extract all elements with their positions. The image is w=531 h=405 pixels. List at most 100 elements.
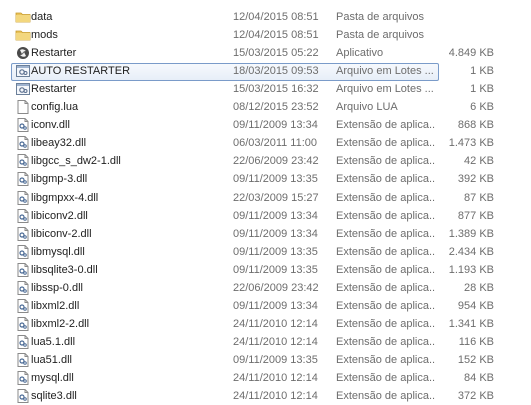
folder-icon (15, 9, 31, 25)
file-size: 1.341 KB (448, 318, 494, 330)
file-modified-date: 12/04/2015 08:51 (233, 11, 319, 23)
file-type: Extensão de aplica... (336, 246, 436, 258)
file-row[interactable]: libssp-0.dll 22/06/2009 23:42 Extensão de … (0, 280, 520, 297)
file-name: libgmp-3.dll (31, 173, 88, 185)
file-name: data (31, 11, 53, 23)
file-modified-date: 09/11/2009 13:34 (233, 210, 318, 222)
file-type: Aplicativo (336, 47, 384, 59)
file-size: 392 KB (457, 173, 494, 185)
batch-file-icon (15, 63, 31, 79)
file-modified-date: 24/11/2010 12:14 (233, 318, 318, 330)
file-type: Extensão de aplica... (336, 354, 436, 366)
file-row[interactable]: data 12/04/2015 08:51 Pasta de arquivos (0, 9, 520, 26)
file-type: Arquivo LUA (336, 101, 398, 113)
file-size: 87 KB (464, 192, 494, 204)
file-name: libiconv2.dll (31, 210, 88, 222)
file-type: Extensão de aplica... (336, 336, 436, 348)
file-row[interactable]: Restarter 15/03/2015 16:32 Arquivo em Lote… (0, 81, 520, 98)
file-size: 1 KB (470, 65, 494, 77)
dll-file-icon (15, 153, 31, 169)
dll-file-icon (15, 370, 31, 386)
file-name: config.lua (31, 101, 79, 113)
dll-file-icon (15, 135, 31, 151)
file-name: Restarter (31, 83, 77, 95)
file-name: lua5.1.dll (31, 336, 76, 348)
dll-file-icon (15, 117, 31, 133)
file-type: Extensão de aplica... (336, 192, 436, 204)
file-size: 42 KB (464, 155, 494, 167)
file-name: mysql.dll (31, 372, 74, 384)
file-row[interactable]: Restarter 15/03/2015 05:22 Aplicativo 4.849… (0, 45, 520, 62)
file-row[interactable]: config.lua 08/12/2015 23:52 Arquivo LUA 6 K… (0, 99, 520, 116)
file-row[interactable]: lua5.1.dll 24/11/2010 12:14 Extensão de ap… (0, 334, 520, 351)
file-modified-date: 24/11/2010 12:14 (233, 372, 318, 384)
file-name: iconv.dll (31, 119, 70, 131)
file-size: 6 KB (470, 101, 494, 113)
file-modified-date: 12/04/2015 08:51 (233, 29, 319, 41)
file-type: Extensão de aplica... (336, 137, 436, 149)
file-size: 152 KB (457, 354, 494, 366)
file-type: Extensão de aplica... (336, 372, 436, 384)
dll-file-icon (15, 208, 31, 224)
file-type: Extensão de aplica... (336, 155, 436, 167)
file-name: libssp-0.dll (31, 282, 83, 294)
file-row[interactable]: libxml2-2.dll 24/11/2010 12:14 Extensão de… (0, 316, 520, 333)
dll-file-icon (15, 280, 31, 296)
file-modified-date: 09/11/2009 13:35 (233, 264, 318, 276)
file-modified-date: 09/11/2009 13:34 (233, 300, 318, 312)
dll-file-icon (15, 262, 31, 278)
file-name: sqlite3.dll (31, 390, 77, 402)
file-size: 868 KB (457, 119, 494, 131)
file-type: Extensão de aplica... (336, 228, 436, 240)
batch-file-icon (15, 81, 31, 97)
file-row[interactable]: libgmp-3.dll 09/11/2009 13:35 Extensão de … (0, 171, 520, 188)
file-row[interactable]: libsqlite3-0.dll 09/11/2009 13:35 Extensão… (0, 262, 520, 279)
file-name: libmysql.dll (31, 246, 85, 258)
dll-file-icon (15, 316, 31, 332)
file-name: AUTO RESTARTER (31, 65, 131, 77)
file-type: Extensão de aplica... (336, 119, 436, 131)
file-name: lua51.dll (31, 354, 72, 366)
file-row[interactable]: libgmpxx-4.dll 22/03/2009 15:27 Extensão d… (0, 190, 520, 207)
dll-file-icon (15, 244, 31, 260)
file-modified-date: 09/11/2009 13:34 (233, 228, 318, 240)
file-modified-date: 09/11/2009 13:35 (233, 246, 318, 258)
file-modified-date: 22/06/2009 23:42 (233, 155, 319, 167)
file-type: Extensão de aplica... (336, 173, 436, 185)
file-row[interactable]: libmysql.dll 09/11/2009 13:35 Extensão de … (0, 244, 520, 261)
file-modified-date: 06/03/2011 11:00 (233, 137, 318, 149)
file-type: Pasta de arquivos (336, 11, 425, 23)
file-row[interactable]: libgcc_s_dw2-1.dll 22/06/2009 23:42 Extens… (0, 153, 520, 170)
file-size: 2.434 KB (448, 246, 494, 258)
file-row[interactable]: iconv.dll 09/11/2009 13:34 Extensão de apl… (0, 117, 520, 134)
file-modified-date: 15/03/2015 16:32 (233, 83, 319, 95)
file-type: Extensão de aplica... (336, 210, 436, 222)
dll-file-icon (15, 352, 31, 368)
file-name: libgmpxx-4.dll (31, 192, 99, 204)
file-modified-date: 09/11/2009 13:35 (233, 173, 318, 185)
file-modified-date: 09/11/2009 13:35 (233, 354, 318, 366)
file-type: Extensão de aplica... (336, 282, 436, 294)
file-row[interactable]: mods 12/04/2015 08:51 Pasta de arquivos (0, 27, 520, 44)
file-name: libeay32.dll (31, 137, 87, 149)
file-type: Arquivo em Lotes ... (336, 65, 434, 77)
file-modified-date: 22/03/2009 15:27 (233, 192, 319, 204)
dll-file-icon (15, 388, 31, 404)
file-modified-date: 09/11/2009 13:34 (233, 119, 318, 131)
file-size: 877 KB (457, 210, 494, 222)
file-row[interactable]: libiconv-2.dll 09/11/2009 13:34 Extensão d… (0, 226, 520, 243)
file-name: libxml2.dll (31, 300, 80, 312)
file-size: 28 KB (464, 282, 494, 294)
file-type: Extensão de aplica... (336, 318, 436, 330)
application-icon (15, 45, 31, 61)
file-row[interactable]: libiconv2.dll 09/11/2009 13:34 Extensão de… (0, 208, 520, 225)
file-row[interactable]: libeay32.dll 06/03/2011 11:00 Extensão de … (0, 135, 520, 152)
file-row[interactable]: libxml2.dll 09/11/2009 13:34 Extensão de a… (0, 298, 520, 315)
file-row[interactable]: mysql.dll 24/11/2010 12:14 Extensão de apl… (0, 370, 520, 387)
file-modified-date: 18/03/2015 09:53 (233, 65, 319, 77)
file-list: data 12/04/2015 08:51 Pasta de arquivos mod… (0, 0, 531, 403)
file-row[interactable]: lua51.dll 09/11/2009 13:35 Extensão de apl… (0, 352, 520, 369)
file-row[interactable]: AUTO RESTARTER 18/03/2015 09:53 Arquivo em… (0, 63, 520, 81)
file-size: 4.849 KB (448, 47, 494, 59)
file-row[interactable]: sqlite3.dll 24/11/2010 12:14 Extensão de a… (0, 388, 520, 405)
